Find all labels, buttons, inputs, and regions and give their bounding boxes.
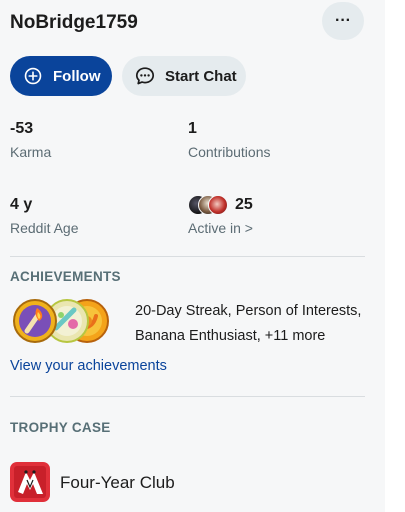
four-year-club-trophy-icon[interactable] [10, 462, 50, 502]
profile-sidebar: NoBridge1759 ··· Follow Start Chat -53 K… [0, 0, 385, 512]
achievements-heading: ACHIEVEMENTS [10, 269, 121, 284]
chat-bubble-icon [135, 67, 155, 85]
trophy-case-heading: TROPHY CASE [10, 420, 111, 435]
divider [10, 256, 365, 257]
community-avatars [188, 195, 230, 215]
achievements-summary: 20-Day Streak, Person of Interests, Bana… [135, 299, 375, 349]
karma-stat: -53 Karma [10, 120, 51, 160]
follow-label: Follow [53, 67, 101, 85]
reddit-age-label: Reddit Age [10, 220, 79, 236]
more-options-button[interactable]: ··· [322, 2, 364, 40]
trophy-name: Four-Year Club [60, 473, 175, 492]
divider [10, 396, 365, 397]
streak-badge-icon [13, 299, 57, 343]
reddit-age-value: 4 y [10, 196, 33, 213]
contributions-label: Contributions [188, 144, 271, 160]
community-avatar [208, 195, 228, 215]
view-achievements-link[interactable]: View your achievements [10, 358, 167, 374]
plus-circle-icon [24, 67, 42, 85]
karma-value: -53 [10, 120, 34, 137]
achievements-summary-line: 20-Day Streak, Person of Interests, [135, 303, 362, 319]
ellipsis-icon: ··· [335, 12, 351, 29]
contributions-value: 1 [188, 120, 197, 137]
active-in-count: 25 [235, 196, 253, 213]
karma-label: Karma [10, 144, 52, 160]
achievements-summary-line: Banana Enthusiast, +11 more [135, 328, 326, 344]
contributions-stat: 1 Contributions [188, 120, 271, 160]
active-in-link[interactable]: Active in > [188, 220, 253, 236]
achievement-badges[interactable] [12, 298, 122, 344]
follow-button[interactable]: Follow [10, 56, 112, 96]
active-in-stat[interactable]: 25 Active in > [188, 195, 253, 236]
reddit-age-stat: 4 y Reddit Age [10, 196, 79, 236]
username: NoBridge1759 [10, 12, 138, 33]
start-chat-button[interactable]: Start Chat [122, 56, 246, 96]
start-chat-label: Start Chat [165, 67, 237, 85]
